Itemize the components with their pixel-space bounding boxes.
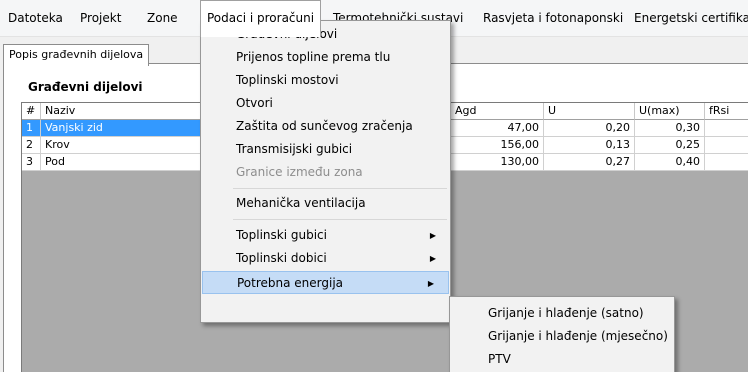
menu-item-label: Zaštita od sunčevog zračenja (236, 119, 413, 133)
menu-item-toplinski-dobici[interactable]: Toplinski dobici ▶ (201, 247, 450, 270)
menu-item-toplinski-mostovi[interactable]: Toplinski mostovi (201, 69, 450, 92)
menu-item-toplinski-gubici[interactable]: Toplinski gubici ▶ (201, 224, 450, 247)
menu-zone[interactable]: Zone (147, 0, 178, 37)
table-row-umax[interactable]: 0,25 (635, 137, 705, 154)
menu-energetski-certifikat[interactable]: Energetski certifika (634, 0, 748, 37)
table-row-u[interactable]: 0,20 (544, 120, 635, 137)
table-row-frsi[interactable] (705, 154, 748, 171)
table-row-number[interactable]: 2 (22, 137, 41, 154)
menu-separator (233, 188, 447, 189)
submenu-arrow-icon: ▶ (427, 279, 434, 288)
table-row-umax[interactable]: 0,40 (635, 154, 705, 171)
menu-separator (233, 219, 447, 220)
table-row-umax[interactable]: 0,30 (635, 120, 705, 137)
submenu-arrow-icon: ▶ (429, 231, 436, 240)
menu-item-label: Potrebna energija (237, 276, 344, 290)
column-header-naziv[interactable]: Naziv (41, 103, 201, 120)
table-row-name[interactable]: Krov (41, 137, 201, 154)
menu-item-label: Granice između zona (236, 165, 363, 179)
menu-item-label: Otvori (236, 96, 273, 110)
menu-item-label: Transmisijski gubici (236, 142, 353, 156)
table-row-number[interactable]: 1 (22, 120, 41, 137)
column-header-agd[interactable]: Agd (451, 103, 544, 120)
submenu-item-grijanje-mjesecno[interactable]: Grijanje i hlađenje (mjesečno) (450, 325, 674, 347)
menu-item-label: Prijenos topline prema tlu (236, 50, 391, 64)
menu-item-label: Mehanička ventilacija (236, 196, 366, 210)
podaci-dropdown-menu: Građevni dijelovi Prijenos topline prema… (200, 20, 451, 323)
table-row-name[interactable]: Pod (41, 154, 201, 171)
menu-item-potrebna-energija[interactable]: Potrebna energija ▶ (202, 271, 449, 294)
menu-item-otvori[interactable]: Otvori (201, 92, 450, 115)
menu-item-label: Toplinski gubici (236, 228, 327, 242)
column-header-u[interactable]: U (544, 103, 635, 120)
column-header-number[interactable]: # (22, 103, 41, 120)
menu-item-label: Toplinski dobici (236, 251, 327, 265)
table-row-agd[interactable]: 156,00 (451, 137, 544, 154)
table-row-frsi[interactable] (705, 120, 748, 137)
menu-item-zastita-od-suncevog-zracenja[interactable]: Zaštita od sunčevog zračenja (201, 115, 450, 138)
menu-item-label: Toplinski mostovi (236, 73, 339, 87)
submenu-item-grijanje-satno[interactable]: Grijanje i hlađenje (satno) (450, 302, 674, 324)
table-row-agd[interactable]: 130,00 (451, 154, 544, 171)
table-row-u[interactable]: 0,13 (544, 137, 635, 154)
submenu-arrow-icon: ▶ (429, 254, 436, 263)
menu-projekt[interactable]: Projekt (80, 0, 121, 37)
column-header-frsi[interactable]: fRsi (705, 103, 748, 120)
table-row-agd[interactable]: 47,00 (451, 120, 544, 137)
menu-rasvjeta-i-fotonaponski[interactable]: Rasvjeta i fotonaponski (483, 0, 623, 37)
menu-item-prijenos-topline[interactable]: Prijenos topline prema tlu (201, 46, 450, 69)
table-row-frsi[interactable] (705, 137, 748, 154)
column-header-umax[interactable]: U(max) (635, 103, 705, 120)
potrebna-energija-submenu: Grijanje i hlađenje (satno) Grijanje i h… (449, 296, 675, 372)
section-title: Građevni dijelovi (28, 80, 143, 94)
menu-podaci-i-proracuni[interactable]: Podaci i proračuni (200, 0, 322, 37)
table-row-name[interactable]: Vanjski zid (41, 120, 201, 137)
menu-datoteka[interactable]: Datoteka (8, 0, 63, 37)
table-row-number[interactable]: 3 (22, 154, 41, 171)
menu-item-mehanicka-ventilacija[interactable]: Mehanička ventilacija (201, 192, 450, 215)
menu-item-granice-izmedu-zona: Granice između zona (201, 161, 450, 184)
table-row-u[interactable]: 0,27 (544, 154, 635, 171)
tab-popis-gradevnih-dijelova[interactable]: Popis građevnih dijelova (3, 44, 150, 66)
menu-item-transmisijski-gubici[interactable]: Transmisijski gubici (201, 138, 450, 161)
submenu-item-ptv[interactable]: PTV (450, 348, 674, 370)
